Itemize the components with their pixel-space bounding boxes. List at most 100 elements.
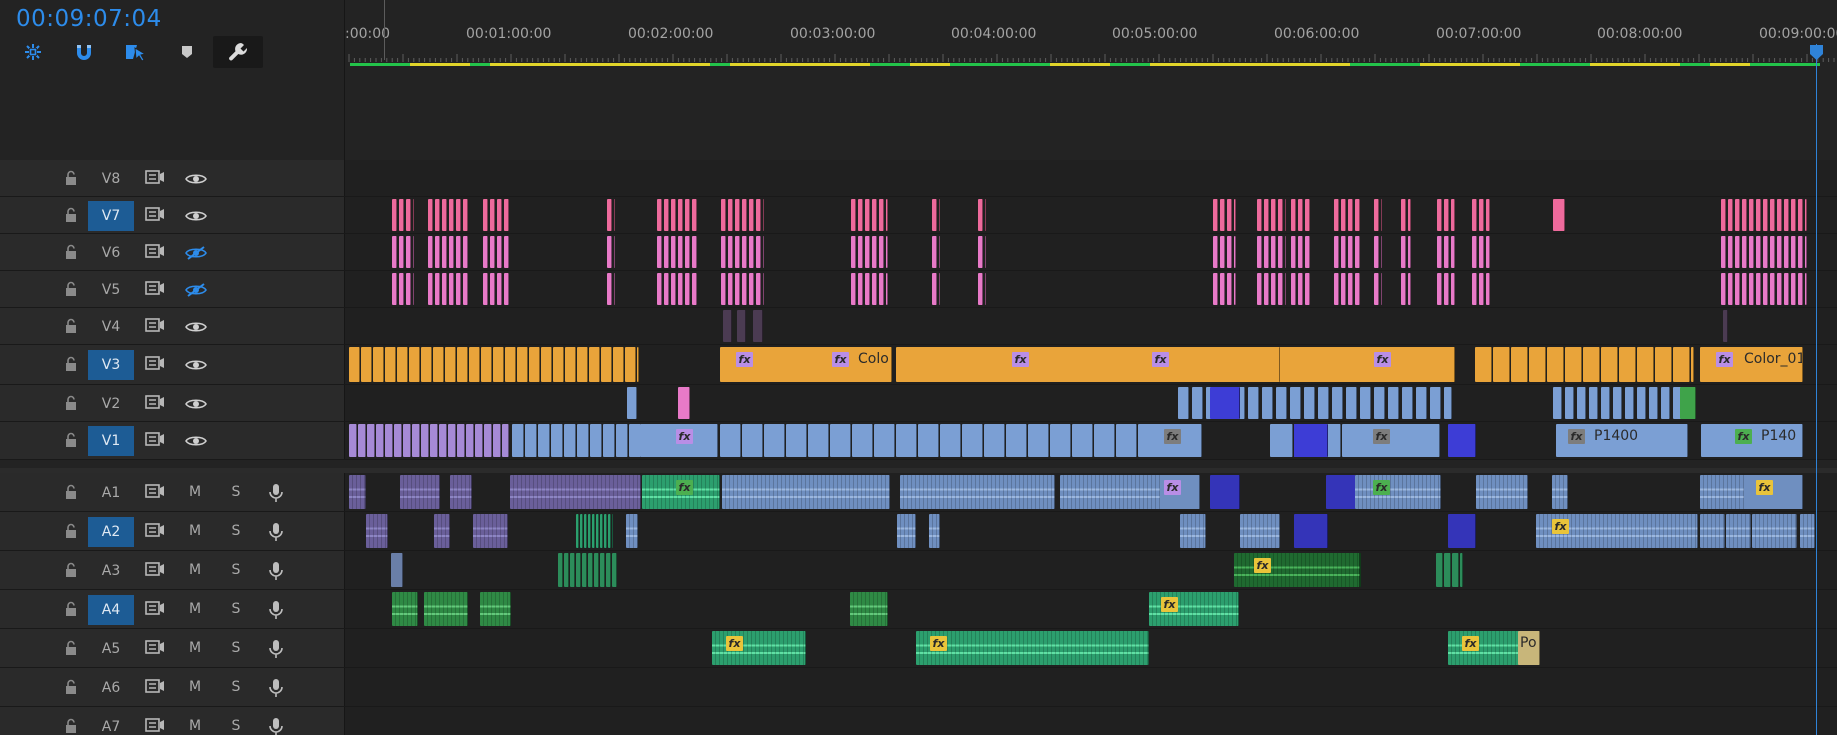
adjustment-layer-clip[interactable] — [749, 199, 754, 231]
adjustment-layer-clip[interactable] — [1401, 273, 1406, 305]
video-clip[interactable] — [1332, 387, 1343, 419]
adjustment-layer-clip[interactable] — [1213, 199, 1218, 231]
adjustment-layer-clip[interactable] — [1472, 236, 1477, 268]
track-target-toggle[interactable]: V5 — [88, 275, 134, 305]
audio-clip[interactable] — [480, 592, 511, 626]
adjustment-layer-clip[interactable] — [886, 236, 888, 268]
adjustment-layer-clip[interactable] — [463, 236, 468, 268]
sync-lock-icon[interactable] — [145, 355, 165, 371]
adjustment-layer-clip[interactable] — [1374, 199, 1379, 231]
color-clip[interactable] — [1655, 347, 1672, 382]
video-clip[interactable] — [742, 424, 763, 457]
video-clip[interactable] — [896, 424, 917, 457]
adjustment-layer-clip[interactable] — [939, 273, 940, 305]
adjustment-layer-clip[interactable] — [614, 236, 615, 268]
adjustment-layer-clip[interactable] — [1334, 199, 1339, 231]
adjustment-layer-clip[interactable] — [1798, 199, 1803, 231]
audio-clip[interactable] — [1448, 514, 1476, 548]
adjustment-layer-clip[interactable] — [685, 273, 690, 305]
adjustment-layer-clip[interactable] — [1220, 273, 1225, 305]
video-clip[interactable] — [1178, 387, 1189, 419]
audio-clip[interactable] — [850, 592, 888, 626]
adjustment-layer-clip[interactable] — [756, 236, 761, 268]
voice-over-record-icon[interactable] — [268, 522, 284, 542]
video-clip[interactable] — [720, 424, 741, 457]
adjustment-layer-clip[interactable] — [1264, 199, 1269, 231]
adjustment-layer-clip[interactable] — [483, 199, 488, 231]
audio-clip[interactable] — [570, 553, 575, 587]
adjustment-layer-clip[interactable] — [1234, 273, 1236, 305]
color-clip[interactable] — [445, 347, 456, 382]
adjustment-layer-clip[interactable] — [1437, 273, 1442, 305]
adjustment-layer-clip[interactable] — [497, 199, 502, 231]
adjustment-layer-clip[interactable] — [442, 199, 447, 231]
adjustment-layer-clip[interactable] — [865, 236, 870, 268]
adjustment-layer-clip[interactable] — [1278, 273, 1283, 305]
track-lane[interactable] — [345, 234, 1837, 270]
audio-clip[interactable] — [434, 514, 450, 548]
adjustment-layer-clip[interactable] — [399, 236, 404, 268]
lock-icon[interactable] — [63, 562, 79, 578]
solo-button[interactable]: S — [226, 679, 246, 695]
linked-selection-button[interactable] — [118, 36, 152, 68]
audio-clip[interactable]: fx — [1160, 475, 1200, 509]
track-target-toggle[interactable]: A6 — [88, 673, 134, 703]
adjustment-layer-clip[interactable] — [1355, 236, 1360, 268]
audio-clip[interactable] — [580, 514, 583, 548]
eye-icon[interactable] — [185, 319, 207, 335]
audio-clip[interactable] — [596, 514, 599, 548]
adjustment-layer-clip[interactable] — [1784, 199, 1789, 231]
adjustment-layer-clip[interactable] — [723, 310, 732, 342]
lock-icon[interactable] — [63, 356, 79, 372]
video-clip[interactable] — [918, 424, 939, 457]
color-clip[interactable] — [1493, 347, 1510, 382]
adjustment-layer-clip[interactable] — [749, 273, 754, 305]
audio-clip[interactable]: fx — [1149, 592, 1239, 626]
video-clip[interactable] — [412, 424, 420, 457]
color-clip[interactable] — [541, 347, 552, 382]
adjustment-layer-clip[interactable] — [456, 199, 461, 231]
track-target-toggle[interactable]: V2 — [88, 389, 134, 419]
track-target-toggle[interactable]: A2 — [88, 517, 134, 547]
adjustment-layer-clip[interactable] — [1348, 273, 1353, 305]
adjustment-layer-clip[interactable] — [1735, 199, 1740, 231]
adjustment-layer-clip[interactable] — [756, 273, 761, 305]
adjustment-layer-clip[interactable] — [1227, 199, 1232, 231]
audio-clip[interactable]: fx — [1536, 514, 1698, 548]
adjustment-layer-clip[interactable] — [607, 273, 612, 305]
adjustment-layer-clip[interactable] — [1264, 273, 1269, 305]
video-clip[interactable] — [512, 424, 524, 457]
adjustment-layer-clip[interactable] — [692, 273, 697, 305]
sync-lock-icon[interactable] — [145, 600, 165, 616]
adjustment-layer-clip[interactable] — [483, 236, 488, 268]
adjustment-layer-clip[interactable] — [428, 199, 433, 231]
time-ruler[interactable]: :00:00 00:01:00:00 00:02:00:00 00:03:00:00 0… — [345, 0, 1837, 68]
eye-icon[interactable] — [185, 357, 207, 373]
adjustment-layer-clip[interactable] — [678, 199, 683, 231]
audio-clip[interactable] — [510, 475, 641, 509]
video-clip[interactable] — [590, 424, 602, 457]
adjustment-layer-clip[interactable] — [497, 236, 502, 268]
voice-over-record-icon[interactable] — [268, 678, 284, 698]
adjustment-layer-clip[interactable] — [886, 199, 888, 231]
adjustment-layer-clip[interactable] — [1257, 199, 1262, 231]
adjustment-layer-clip[interactable] — [1341, 236, 1346, 268]
video-clip[interactable]: fx — [1355, 424, 1440, 457]
video-clip[interactable] — [1388, 387, 1399, 419]
adjustment-layer-clip[interactable] — [872, 236, 877, 268]
adjustment-layer-clip[interactable] — [671, 199, 676, 231]
color-clip[interactable] — [625, 347, 636, 382]
adjustment-layer-clip[interactable] — [1401, 199, 1406, 231]
audio-clip[interactable] — [1476, 475, 1528, 509]
adjustment-layer-clip[interactable] — [728, 273, 733, 305]
video-clip[interactable] — [830, 424, 851, 457]
adjustment-layer-clip[interactable] — [1227, 273, 1232, 305]
adjustment-layer-clip[interactable] — [1472, 273, 1477, 305]
track-target-toggle[interactable]: V1 — [88, 426, 134, 456]
adjustment-layer-clip[interactable] — [449, 199, 454, 231]
adjustment-layer-clip[interactable] — [865, 199, 870, 231]
color-clip[interactable] — [409, 347, 420, 382]
adjustment-layer-clip[interactable] — [1451, 273, 1455, 305]
adjustment-layer-clip[interactable] — [1334, 236, 1339, 268]
adjustment-layer-clip[interactable] — [851, 199, 856, 231]
